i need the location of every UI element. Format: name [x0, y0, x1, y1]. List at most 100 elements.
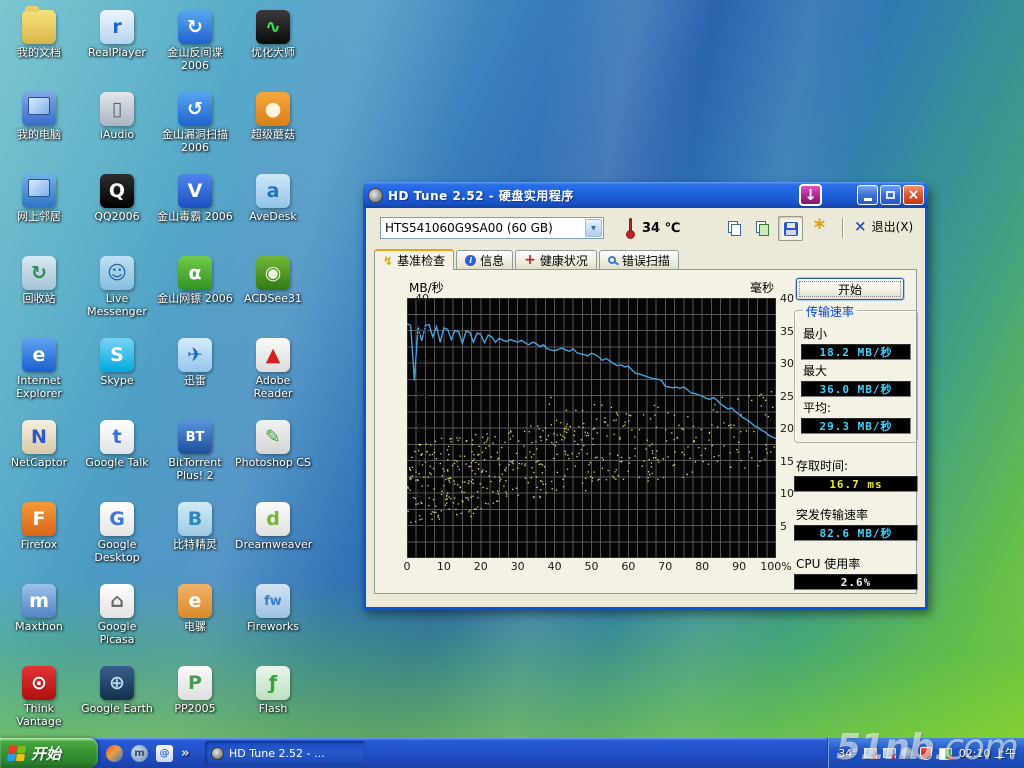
desktop-icon-realplayer[interactable]: rRealPlayer [78, 4, 156, 86]
chevron-down-icon[interactable]: ▾ [585, 219, 602, 237]
desktop-icon-kingsoft-antispy[interactable]: ↻金山反间谍 2006 [156, 4, 234, 86]
tab-info[interactable]: i 信息 [456, 250, 513, 269]
desktop-icon-thinkvantage[interactable]: ⊙Think Vantage [0, 660, 78, 742]
maximize-button[interactable] [880, 185, 901, 205]
google-picasa-icon: ⌂ [100, 584, 134, 618]
google-talk-icon: t [100, 420, 134, 454]
desktop-icon-my-computer[interactable]: 我的电脑 [0, 86, 78, 168]
desktop-icon-google-picasa[interactable]: ⌂Google Picasa [78, 578, 156, 660]
desktop-icon-label: QQ2006 [94, 211, 139, 224]
x-tick-label: 20 [464, 560, 498, 573]
browser-swirl-icon[interactable] [106, 745, 123, 762]
hdtune-window: HD Tune 2.52 - 硬盘实用程序 ↓ × HTS541060G9SA0… [363, 183, 928, 610]
desktop-icon-kingsoft-vulnscan[interactable]: ↺金山漏洞扫描 2006 [156, 86, 234, 168]
benchmark-stats: 开始 传输速率 最小 18.2 MB/秒 最大 36.0 MB/秒 平均: 29… [794, 276, 918, 590]
connection-offline-icon[interactable] [882, 746, 896, 760]
desktop-icon-google-earth[interactable]: ⊕Google Earth [78, 660, 156, 742]
burst-rate-value: 82.6 MB/秒 [794, 525, 918, 541]
chevron-more-icon[interactable]: » [181, 746, 189, 761]
fireworks-icon: fw [256, 584, 290, 618]
desktop-icon-fireworks[interactable]: fwFireworks [234, 578, 312, 660]
desktop-icon-emule[interactable]: e 电骡 [156, 578, 234, 660]
desktop-icon-qq2006[interactable]: Q QQ2006 [78, 168, 156, 250]
desktop-icon-my-documents[interactable]: 我的文档 [0, 4, 78, 86]
drive-select-value: HTS541060G9SA00 (60 GB) [381, 221, 584, 235]
desktop-icon-recycle-bin[interactable]: ↻回收站 [0, 250, 78, 332]
desktop-icon-super-mushroom[interactable]: ●超级蘑菇 [234, 86, 312, 168]
window-titlebar[interactable]: HD Tune 2.52 - 硬盘实用程序 ↓ × [363, 182, 928, 208]
kingsoft-duba-icon: V [178, 174, 212, 208]
network-offline-icon[interactable] [863, 746, 877, 760]
benchmark-panel: MB/秒 毫秒 403530252015105 403530252015105 … [374, 269, 917, 594]
qq2006-icon: Q [100, 174, 134, 208]
desktop-icon-dreamweaver[interactable]: dDreamweaver [234, 496, 312, 578]
flashget-drop-target-icon[interactable]: ↓ [799, 184, 822, 206]
cpu-usage-label: CPU 使用率 [796, 555, 918, 572]
start-menu-button[interactable]: 开始 [0, 738, 98, 768]
mail-icon[interactable]: @ [156, 745, 173, 762]
options-button[interactable]: * [807, 216, 832, 241]
benchmark-plot [407, 298, 776, 558]
desktop-icon-label: NetCaptor [11, 457, 67, 470]
desktop-icon-avedesk[interactable]: aAveDesk [234, 168, 312, 250]
tab-error-scan[interactable]: 错误扫描 [599, 250, 679, 269]
tab-benchmark[interactable]: ↯ 基准检查 [374, 249, 454, 270]
desktop-icon-label: iAudio [100, 129, 134, 142]
desktop-icon-iaudio[interactable]: ▯ iAudio [78, 86, 156, 168]
security-shield-icon[interactable] [920, 747, 932, 760]
drive-select-dropdown[interactable]: HTS541060G9SA00 (60 GB) ▾ [380, 217, 604, 239]
exit-label: 退出(X) [872, 218, 914, 235]
minimize-button[interactable] [857, 185, 878, 205]
desktop-icon-kingsoft-netguard[interactable]: α金山网镖 2006 [156, 250, 234, 332]
kingsoft-vulnscan-icon: ↺ [178, 92, 212, 126]
skype-icon: S [100, 338, 134, 372]
exit-button[interactable]: × 退出(X) [854, 218, 913, 235]
taskbar-button-hdtune[interactable]: HD Tune 2.52 - ... [205, 741, 365, 765]
desktop-icon-adobe-reader[interactable]: ▲Adobe Reader [234, 332, 312, 414]
desktop-icon-label: Live Messenger [79, 293, 155, 318]
close-button[interactable]: × [903, 185, 924, 205]
desktop-icon-youhua-dashi[interactable]: ∿优化大师 [234, 4, 312, 86]
desktop-icon-google-talk[interactable]: tGoogle Talk [78, 414, 156, 496]
antivirus-tray-icon[interactable] [939, 748, 952, 760]
thermometer-icon [626, 218, 635, 239]
x-tick-label: 0 [390, 560, 424, 573]
desktop-icon-skype[interactable]: SSkype [78, 332, 156, 414]
desktop-icon-netcaptor[interactable]: NNetCaptor [0, 414, 78, 496]
desktop-icon-internet-explorer[interactable]: eInternet Explorer [0, 332, 78, 414]
windows-logo-icon [7, 746, 26, 761]
desktop-icon-pp2005[interactable]: PPP2005 [156, 660, 234, 742]
desktop-icon-bitspirit[interactable]: B比特精灵 [156, 496, 234, 578]
emule-icon: e [178, 584, 212, 618]
copy-image-button[interactable] [750, 216, 775, 241]
y-right-axis-label: 毫秒 [750, 279, 774, 296]
desktop-icon-xunlei[interactable]: ✈迅雷 [156, 332, 234, 414]
desktop-icon-kingsoft-duba[interactable]: V金山毒霸 2006 [156, 168, 234, 250]
desktop-icon-label: 电骡 [184, 621, 206, 634]
desktop-icon-maxthon[interactable]: mMaxthon [0, 578, 78, 660]
maximize-icon [886, 191, 895, 199]
desktop-icon-grid: 我的文档rRealPlayer↻金山反间谍 2006∿优化大师我的电脑 ▯ iAud… [0, 4, 314, 742]
tab-label: 基准检查 [397, 252, 445, 269]
super-mushroom-icon: ● [256, 92, 290, 126]
copy-text-button[interactable] [722, 216, 747, 241]
desktop-icon-live-messenger[interactable]: ☺Live Messenger [78, 250, 156, 332]
desktop-icon-bittorrent-plus[interactable]: BTBitTorrent Plus! 2 [156, 414, 234, 496]
desktop-icon-label: Firefox [21, 539, 57, 552]
start-button[interactable]: 开始 [796, 278, 904, 300]
exit-x-icon: × [854, 219, 867, 234]
desktop-icon-label: AveDesk [249, 211, 297, 224]
bitspirit-icon: B [178, 502, 212, 536]
save-button[interactable] [778, 216, 803, 241]
desktop-icon-photoshop-cs[interactable]: ✎Photoshop CS [234, 414, 312, 496]
tab-health[interactable]: + 健康状况 [515, 250, 597, 269]
desktop-icon-google-desktop[interactable]: GGoogle Desktop [78, 496, 156, 578]
maxthon-icon[interactable]: m [131, 745, 148, 762]
desktop-icon-network-places[interactable]: 网上邻居 [0, 168, 78, 250]
desktop-icon-acdsee31[interactable]: ◉ACDSee31 [234, 250, 312, 332]
quick-launch-bar: m @ » [106, 738, 189, 768]
messenger-ball-icon[interactable] [901, 747, 913, 759]
iaudio-icon: ▯ [100, 92, 134, 126]
desktop-icon-firefox[interactable]: FFirefox [0, 496, 78, 578]
desktop-icon-flash[interactable]: ƒFlash [234, 660, 312, 742]
